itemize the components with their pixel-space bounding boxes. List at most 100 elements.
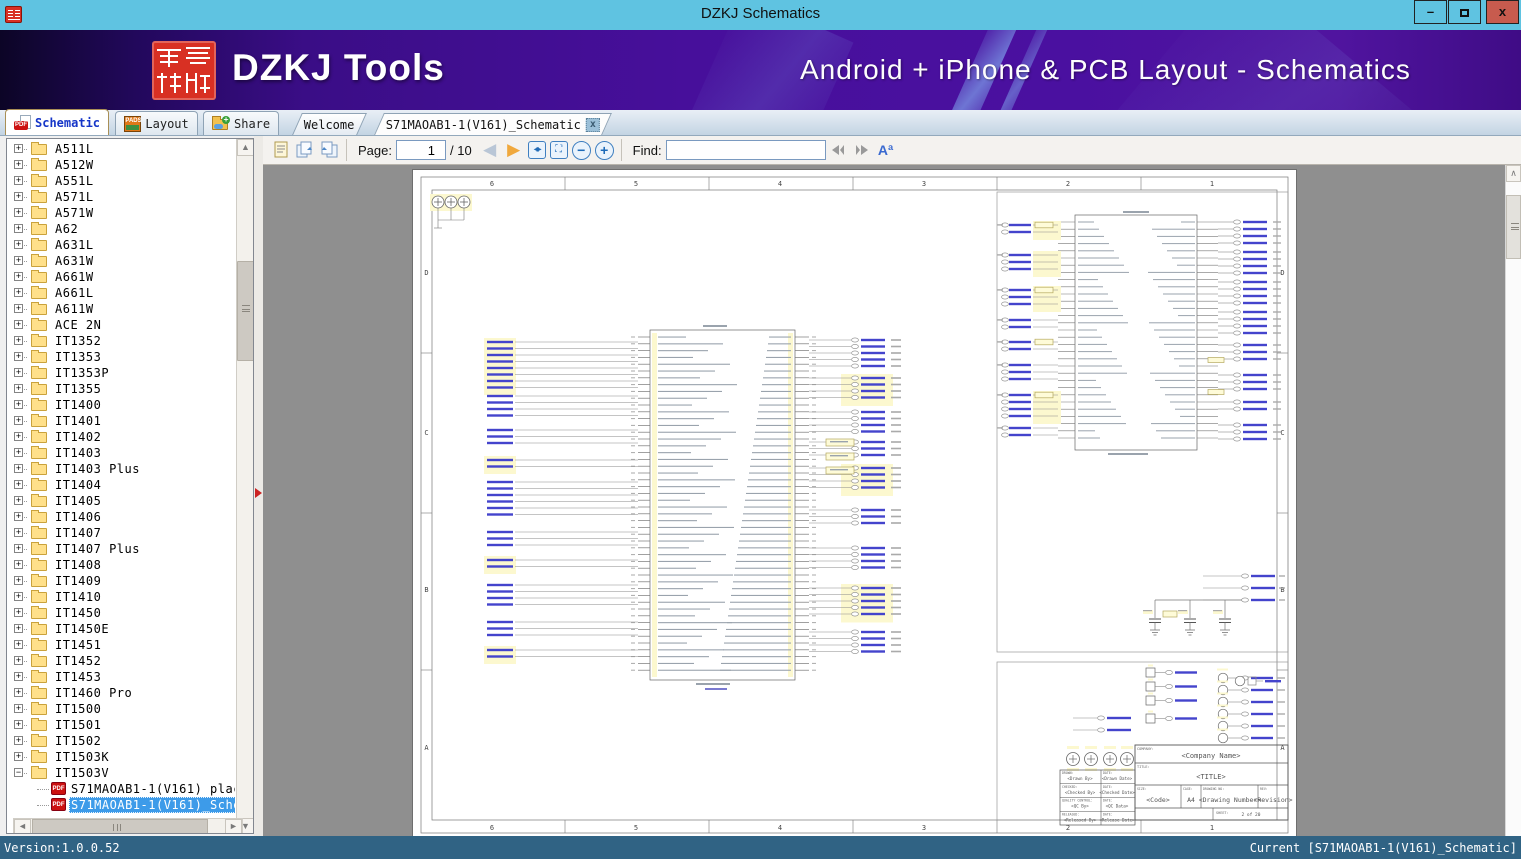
expand-icon[interactable]: + [14, 608, 23, 617]
find-previous-icon[interactable] [826, 138, 850, 162]
expand-icon[interactable]: + [14, 352, 23, 361]
expand-icon[interactable]: + [14, 416, 23, 425]
sidebar-item-a611w[interactable]: +A611W [7, 301, 235, 317]
viewer-scroll-up-icon[interactable]: ∧ [1506, 165, 1521, 182]
sidebar-item-it1403-plus[interactable]: +IT1403 Plus [7, 461, 235, 477]
sidebar-item-a661l[interactable]: +A661L [7, 285, 235, 301]
page-number-input[interactable] [396, 140, 446, 160]
sidebar-item-it1401[interactable]: +IT1401 [7, 413, 235, 429]
viewer-vertical-scrollbar[interactable]: ∧ [1505, 165, 1521, 836]
next-view-icon[interactable] [293, 138, 317, 162]
expand-icon[interactable]: + [14, 576, 23, 585]
sidebar-item-it1500[interactable]: +IT1500 [7, 701, 235, 717]
sidebar-item-it1353[interactable]: +IT1353 [7, 349, 235, 365]
sidebar-item-it1450e[interactable]: +IT1450E [7, 621, 235, 637]
expand-icon[interactable]: + [14, 144, 23, 153]
sidebar-item-it1450[interactable]: +IT1450 [7, 605, 235, 621]
schematic-page[interactable]: 665544332211DDCCBBAADRAWN:<Drawn By>DATE… [413, 170, 1296, 836]
single-page-icon[interactable] [269, 138, 293, 162]
expand-icon[interactable]: + [14, 512, 23, 521]
tree-vertical-scrollbar[interactable]: ▲ ▼ [236, 139, 253, 834]
expand-icon[interactable]: + [14, 368, 23, 377]
document-tab-active[interactable]: S71MAOAB1-1(V161)_Schematicx [374, 113, 612, 135]
sidebar-item-it1502[interactable]: +IT1502 [7, 733, 235, 749]
tree-scroll-thumb[interactable] [237, 261, 254, 361]
expand-icon[interactable]: + [14, 656, 23, 665]
expand-icon[interactable]: + [14, 176, 23, 185]
expand-icon[interactable]: + [14, 544, 23, 553]
expand-icon[interactable]: + [14, 448, 23, 457]
expand-icon[interactable]: + [14, 528, 23, 537]
expand-icon[interactable]: + [14, 736, 23, 745]
expand-icon[interactable]: + [14, 272, 23, 281]
sidebar-item-it1403[interactable]: +IT1403 [7, 445, 235, 461]
document-tab-inactive[interactable]: Welcome [292, 113, 366, 135]
sidebar-item-it1407[interactable]: +IT1407 [7, 525, 235, 541]
expand-icon[interactable]: + [14, 432, 23, 441]
sidebar-item-it1408[interactable]: +IT1408 [7, 557, 235, 573]
expand-icon[interactable]: + [14, 336, 23, 345]
match-case-icon[interactable]: Aª [874, 138, 898, 162]
expand-icon[interactable]: + [14, 320, 23, 329]
collapse-icon[interactable]: − [14, 768, 23, 777]
sidebar-item-it1352[interactable]: +IT1352 [7, 333, 235, 349]
sidebar-item-it1451[interactable]: +IT1451 [7, 637, 235, 653]
expand-icon[interactable]: + [14, 400, 23, 409]
expand-icon[interactable]: + [14, 704, 23, 713]
scroll-right-icon[interactable]: ► [225, 819, 242, 834]
sidebar-item-it1501[interactable]: +IT1501 [7, 717, 235, 733]
close-button[interactable]: x [1486, 0, 1519, 24]
expand-icon[interactable]: + [14, 672, 23, 681]
tab-schematic[interactable]: PDFSchematic [5, 109, 109, 135]
sidebar-item-it1452[interactable]: +IT1452 [7, 653, 235, 669]
sidebar-item-it1410[interactable]: +IT1410 [7, 589, 235, 605]
sidebar-item-it1355[interactable]: +IT1355 [7, 381, 235, 397]
sidebar-item-a631w[interactable]: +A631W [7, 253, 235, 269]
expand-icon[interactable]: + [14, 464, 23, 473]
sidebar-item-ace-2n[interactable]: +ACE 2N [7, 317, 235, 333]
prev-view-icon[interactable] [317, 138, 341, 162]
expand-icon[interactable]: + [14, 208, 23, 217]
expand-icon[interactable]: + [14, 256, 23, 265]
maximize-button[interactable] [1448, 0, 1481, 24]
sidebar-document-selected[interactable]: PDFS71MAOAB1-1(V161)_Schematic [7, 797, 235, 813]
expand-icon[interactable]: + [14, 192, 23, 201]
sidebar-item-a512w[interactable]: +A512W [7, 157, 235, 173]
sidebar-item-it1453[interactable]: +IT1453 [7, 669, 235, 685]
sidebar-item-it1407-plus[interactable]: +IT1407 Plus [7, 541, 235, 557]
sidebar-item-it1353p[interactable]: +IT1353P [7, 365, 235, 381]
viewer-canvas[interactable]: 665544332211DDCCBBAADRAWN:<Drawn By>DATE… [263, 165, 1505, 836]
expand-icon[interactable]: + [14, 304, 23, 313]
expand-icon[interactable]: + [14, 384, 23, 393]
zoom-out-icon[interactable]: − [572, 141, 591, 160]
expand-icon[interactable]: + [14, 720, 23, 729]
sidebar-document-item[interactable]: PDFS71MAOAB1-1(V161) placement [7, 781, 235, 797]
expand-icon[interactable]: + [14, 592, 23, 601]
tree-hscroll-thumb[interactable] [32, 819, 208, 834]
expand-icon[interactable]: + [14, 288, 23, 297]
expand-icon[interactable]: + [14, 624, 23, 633]
panel-splitter[interactable] [254, 136, 263, 836]
sidebar-item-a571l[interactable]: +A571L [7, 189, 235, 205]
expand-icon[interactable]: + [14, 480, 23, 489]
sidebar-item-a551l[interactable]: +A551L [7, 173, 235, 189]
sidebar-item-it1406[interactable]: +IT1406 [7, 509, 235, 525]
tab-close-icon[interactable]: x [586, 118, 600, 132]
expand-icon[interactable]: + [14, 752, 23, 761]
sidebar-item-a62[interactable]: +A62 [7, 221, 235, 237]
next-page-icon[interactable]: ▶ [502, 138, 526, 162]
expand-icon[interactable]: + [14, 224, 23, 233]
scroll-left-icon[interactable]: ◄ [14, 819, 31, 834]
sidebar-item-a511l[interactable]: +A511L [7, 141, 235, 157]
sidebar-item-it1460-pro[interactable]: +IT1460 Pro [7, 685, 235, 701]
expand-icon[interactable]: + [14, 240, 23, 249]
minimize-button[interactable]: – [1414, 0, 1447, 24]
find-next-icon[interactable] [850, 138, 874, 162]
expand-icon[interactable]: + [14, 560, 23, 569]
sidebar-item-a661w[interactable]: +A661W [7, 269, 235, 285]
expand-icon[interactable]: + [14, 160, 23, 169]
sidebar-item-it1404[interactable]: +IT1404 [7, 477, 235, 493]
sidebar-item-it1402[interactable]: +IT1402 [7, 429, 235, 445]
expand-icon[interactable]: + [14, 688, 23, 697]
tree-horizontal-scrollbar[interactable]: ◄ ► [13, 818, 243, 834]
